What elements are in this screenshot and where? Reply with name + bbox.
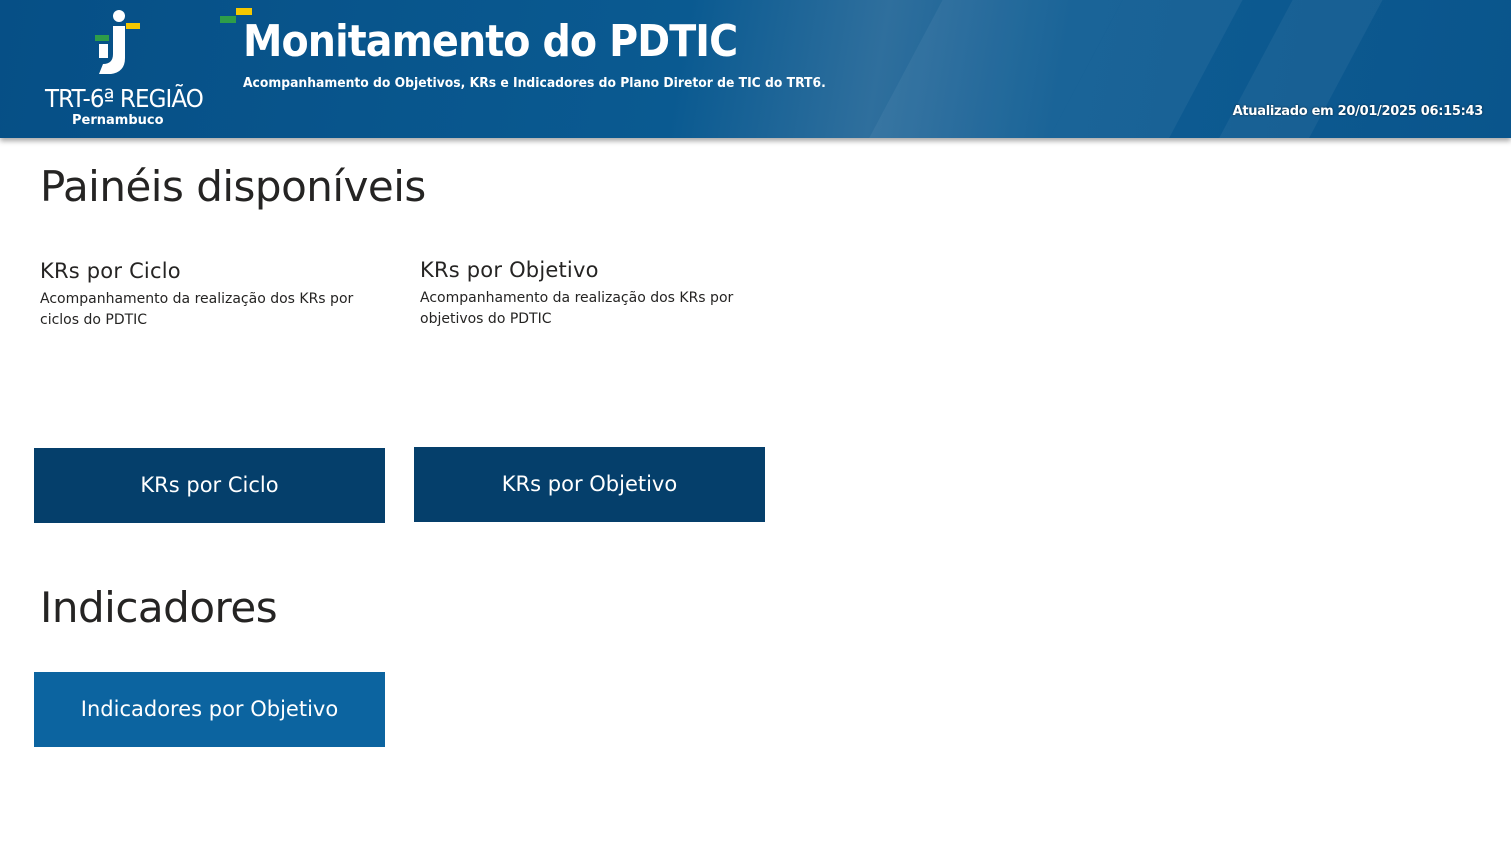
page: TRT-6ª REGIÃO Pernambuco Monitamento do … — [0, 0, 1511, 841]
card-title: KRs por Ciclo — [40, 259, 181, 283]
card-description: Acompanhamento da realização dos KRs por… — [40, 291, 354, 328]
krs-por-objetivo-button[interactable]: KRs por Objetivo — [414, 447, 765, 522]
logo-name: TRT-6ª REGIÃO — [45, 84, 204, 113]
krs-por-ciclo-button[interactable]: KRs por Ciclo — [34, 448, 385, 523]
accent-green-bar — [220, 16, 236, 23]
last-updated-text: Atualizado em 20/01/2025 06:15:43 — [1232, 104, 1484, 119]
page-title: Monitamento do PDTIC — [243, 16, 738, 67]
header-banner: TRT-6ª REGIÃO Pernambuco Monitamento do … — [0, 0, 1511, 138]
card-description: Acompanhamento da realização dos KRs por… — [420, 290, 734, 327]
panel-card-krs-por-ciclo: KRs por Ciclo Acompanhamento da realizaç… — [40, 259, 380, 331]
accent-yellow-bar — [236, 8, 252, 15]
indicators-heading: Indicadores — [40, 583, 278, 632]
card-title: KRs por Objetivo — [420, 258, 599, 282]
panels-heading: Painéis disponíveis — [40, 162, 426, 211]
panel-card-krs-por-objetivo: KRs por Objetivo Acompanhamento da reali… — [420, 258, 760, 330]
logo-subtitle: Pernambuco — [72, 113, 164, 128]
trt6-logo: TRT-6ª REGIÃO Pernambuco — [38, 6, 204, 134]
trt6-logo-icon — [95, 10, 140, 74]
indicadores-por-objetivo-button[interactable]: Indicadores por Objetivo — [34, 672, 385, 747]
page-subtitle: Acompanhamento do Objetivos, KRs e Indic… — [243, 76, 826, 91]
